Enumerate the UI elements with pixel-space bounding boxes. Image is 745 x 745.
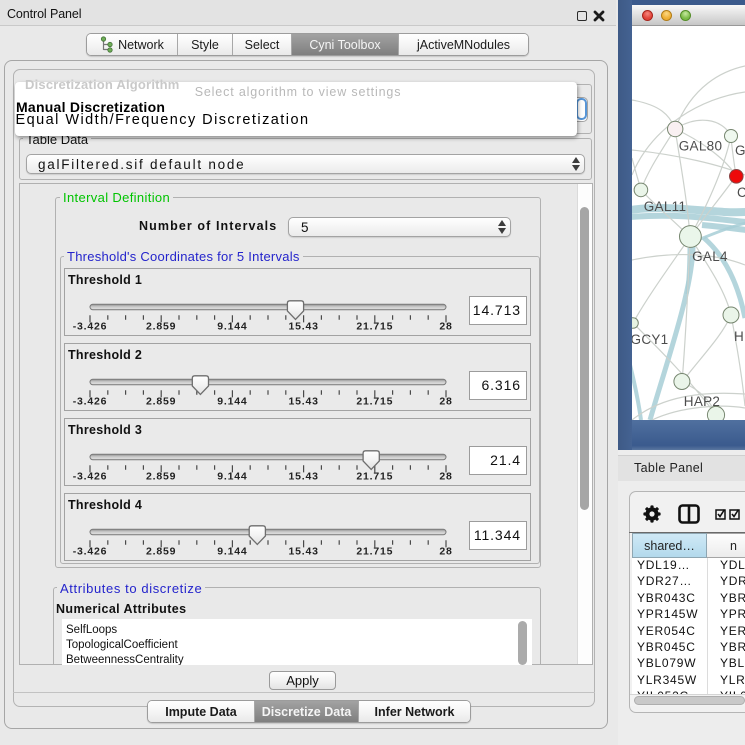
svg-text:21.715: 21.715 bbox=[356, 321, 393, 333]
svg-text:-3.426: -3.426 bbox=[73, 546, 108, 558]
svg-text:GCY1: GCY1 bbox=[632, 332, 668, 347]
svg-text:2.859: 2.859 bbox=[146, 321, 176, 333]
svg-text:15.43: 15.43 bbox=[288, 321, 318, 333]
svg-text:2.859: 2.859 bbox=[146, 471, 176, 483]
svg-text:28: 28 bbox=[439, 471, 452, 483]
svg-text:15.43: 15.43 bbox=[288, 396, 318, 408]
svg-text:21.715: 21.715 bbox=[356, 546, 393, 558]
svg-text:C: C bbox=[737, 185, 745, 200]
svg-text:2.859: 2.859 bbox=[146, 396, 176, 408]
svg-text:28: 28 bbox=[439, 321, 452, 333]
svg-text:G.: G. bbox=[735, 143, 745, 158]
svg-text:GAL11: GAL11 bbox=[644, 199, 687, 214]
svg-text:21.715: 21.715 bbox=[356, 396, 393, 408]
svg-text:GAL80: GAL80 bbox=[679, 139, 723, 154]
svg-text:28: 28 bbox=[439, 546, 452, 558]
svg-text:15.43: 15.43 bbox=[288, 546, 318, 558]
svg-text:HAP2: HAP2 bbox=[684, 394, 720, 409]
svg-text:15.43: 15.43 bbox=[288, 471, 318, 483]
svg-text:9.144: 9.144 bbox=[217, 396, 247, 408]
svg-text:9.144: 9.144 bbox=[217, 471, 247, 483]
svg-text:9.144: 9.144 bbox=[217, 321, 247, 333]
svg-text:-3.426: -3.426 bbox=[73, 471, 108, 483]
svg-text:21.715: 21.715 bbox=[356, 471, 393, 483]
svg-text:2.859: 2.859 bbox=[146, 546, 176, 558]
svg-text:28: 28 bbox=[439, 396, 452, 408]
svg-text:GAL4: GAL4 bbox=[692, 249, 728, 264]
svg-text:9.144: 9.144 bbox=[217, 546, 247, 558]
svg-text:-3.426: -3.426 bbox=[73, 321, 108, 333]
svg-text:H: H bbox=[734, 329, 744, 344]
svg-text:-3.426: -3.426 bbox=[73, 396, 108, 408]
